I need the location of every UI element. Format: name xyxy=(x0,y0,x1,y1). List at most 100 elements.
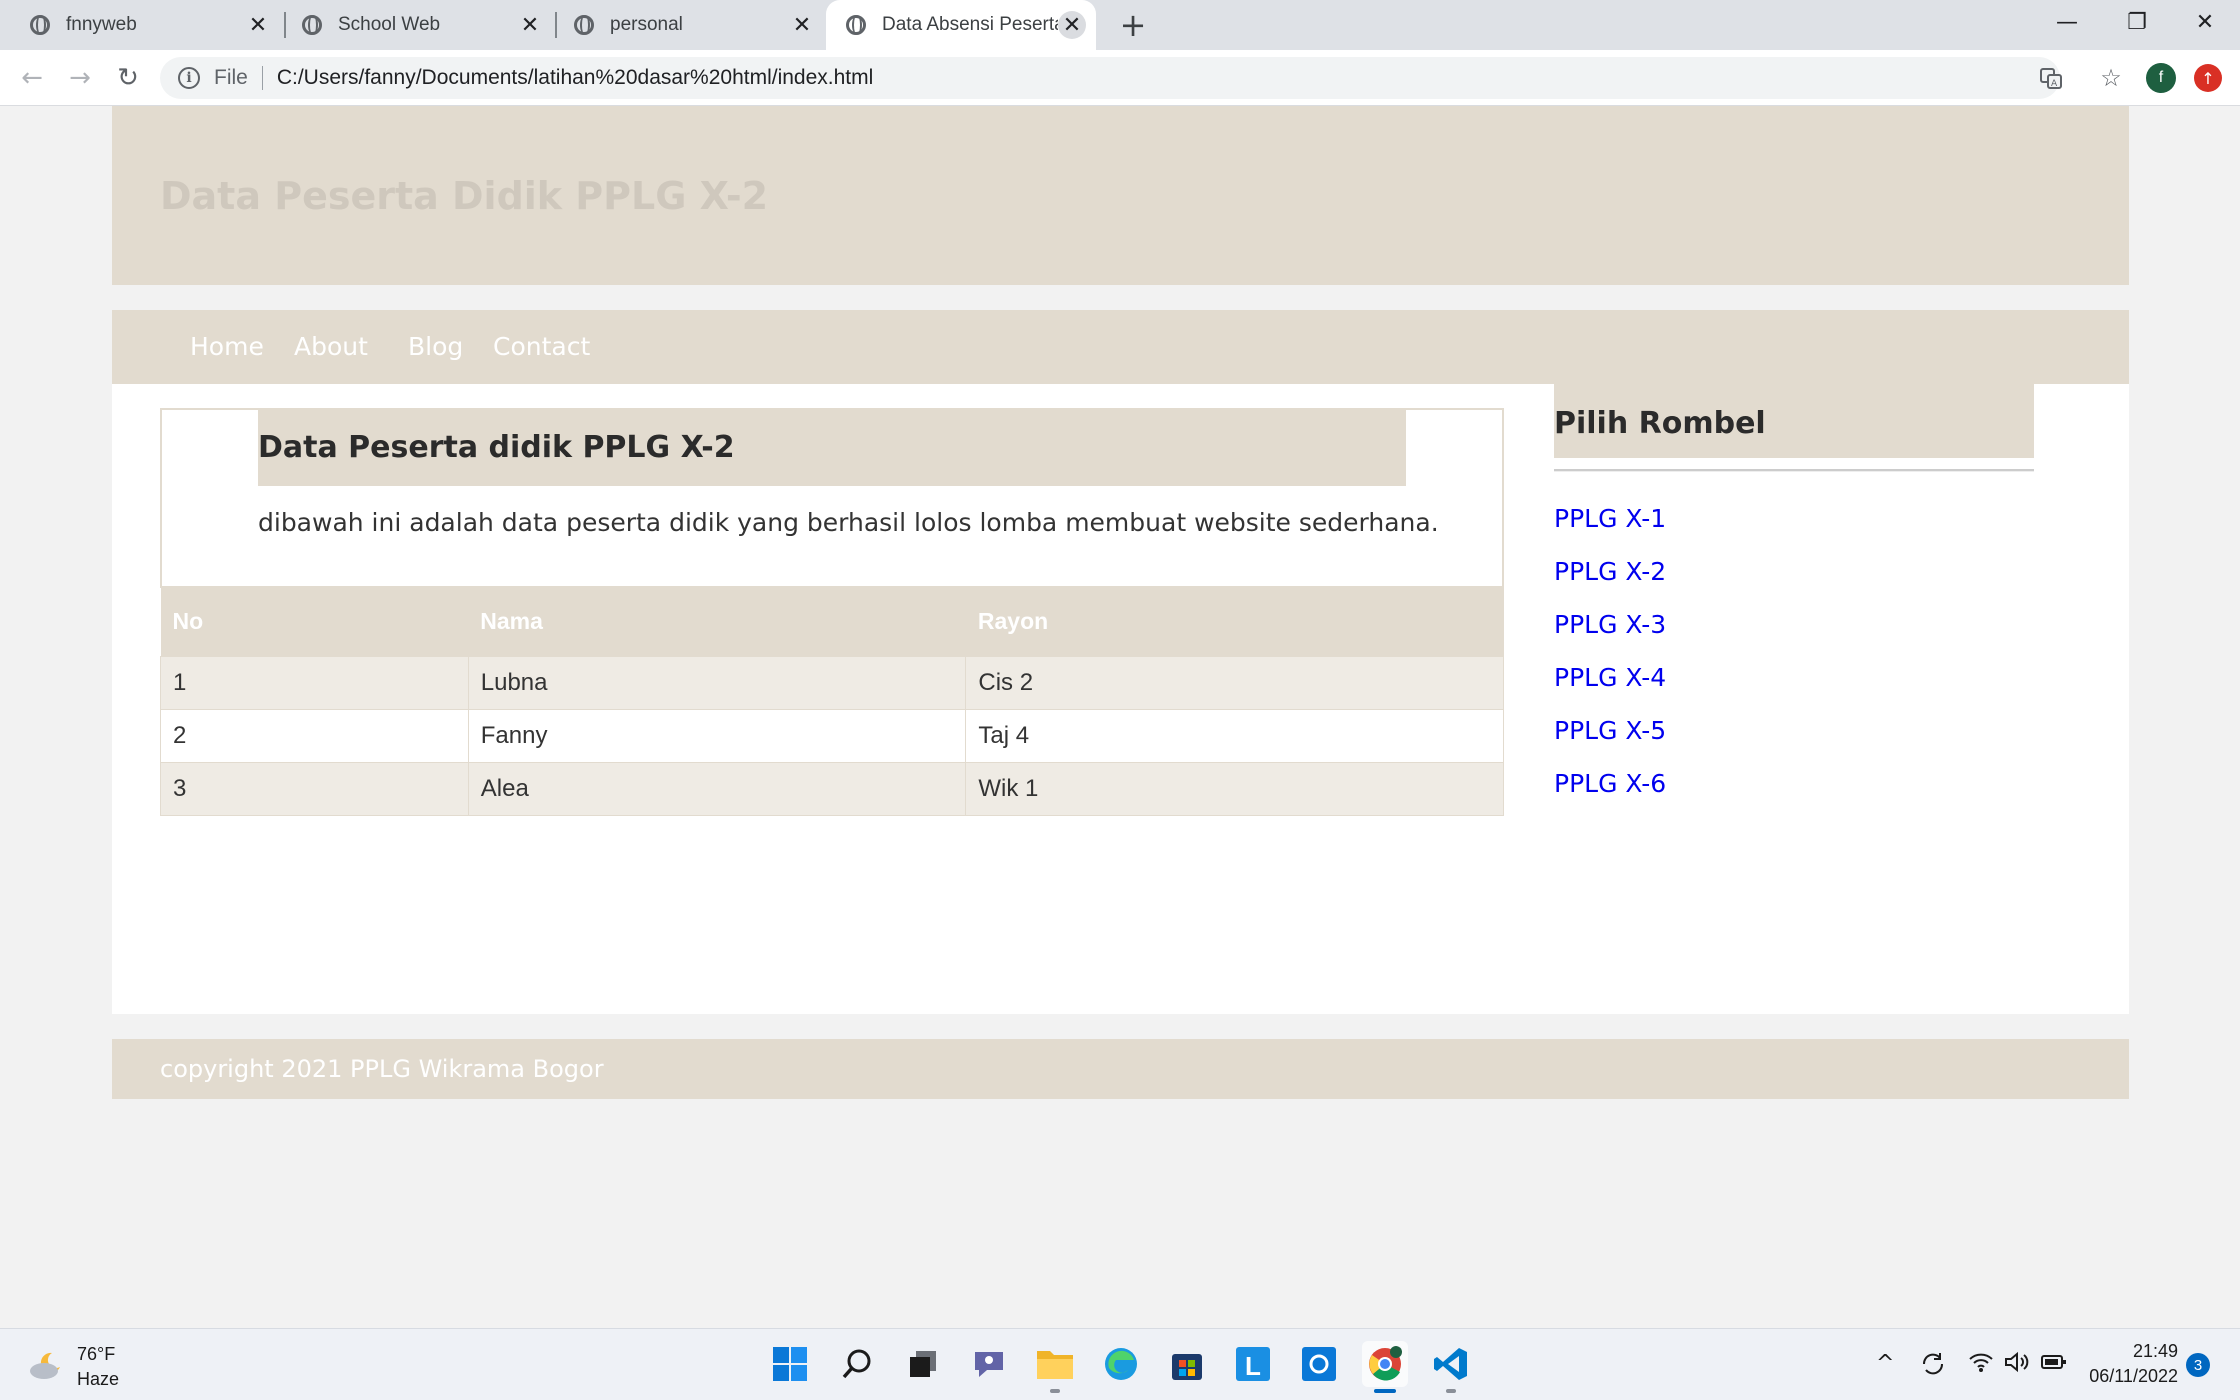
browser-toolbar: ← → ↻ i File C:/Users/fanny/Documents/la… xyxy=(0,50,2240,106)
close-icon[interactable]: ✕ xyxy=(516,11,544,39)
start-button[interactable] xyxy=(767,1341,813,1387)
globe-icon xyxy=(30,15,50,35)
active-indicator xyxy=(1374,1389,1396,1393)
column-header-nama: Nama xyxy=(468,588,966,656)
rombel-link-x1[interactable]: PPLG X-1 xyxy=(1554,504,1666,533)
new-tab-button[interactable]: + xyxy=(1114,6,1152,44)
chrome-button[interactable] xyxy=(1362,1341,1408,1393)
window-close-button[interactable]: ✕ xyxy=(2172,0,2238,44)
cortana-app-button[interactable] xyxy=(1296,1341,1342,1387)
back-button[interactable]: ← xyxy=(14,60,50,96)
url-text[interactable]: C:/Users/fanny/Documents/latihan%20dasar… xyxy=(277,66,873,90)
sync-icon[interactable] xyxy=(1920,1351,1946,1383)
vscode-icon xyxy=(1434,1348,1467,1380)
profile-avatar[interactable]: f xyxy=(2146,63,2176,93)
close-icon[interactable]: ✕ xyxy=(1058,11,1086,39)
article-box: Data Peserta didik PPLG X-2 dibawah ini … xyxy=(160,408,1504,588)
globe-icon xyxy=(574,15,594,35)
tab-data-absensi[interactable]: Data Absensi Peserta ✕ xyxy=(826,0,1096,50)
article-description: dibawah ini adalah data peserta didik ya… xyxy=(258,508,1439,537)
omnibox-divider xyxy=(261,66,263,90)
rombel-link-x2[interactable]: PPLG X-2 xyxy=(1554,557,1666,586)
bookmark-star-icon[interactable]: ☆ xyxy=(2098,65,2124,92)
tray-chevron-icon[interactable]: ^ xyxy=(1876,1351,1894,1376)
footer-copyright: copyright 2021 PPLG Wikrama Bogor xyxy=(160,1055,604,1083)
forward-button[interactable]: → xyxy=(62,60,98,96)
nav-about-link[interactable]: About xyxy=(294,332,368,361)
cell-no: 1 xyxy=(160,655,469,710)
windows-logo-icon xyxy=(773,1347,807,1381)
table-row: 1 Lubna Cis 2 xyxy=(160,655,1504,710)
update-icon[interactable]: ↑ xyxy=(2194,64,2222,92)
tab-title: Data Absensi Peserta xyxy=(882,14,1058,35)
rombel-link-x5[interactable]: PPLG X-5 xyxy=(1554,716,1666,745)
article-title: Data Peserta didik PPLG X-2 xyxy=(258,430,735,465)
weather-temperature[interactable]: 76°F xyxy=(77,1344,115,1365)
globe-icon xyxy=(846,15,866,35)
tab-title: fnnyweb xyxy=(66,14,137,35)
notification-badge[interactable]: 3 xyxy=(2186,1353,2210,1377)
running-indicator xyxy=(1050,1389,1060,1393)
nav-home-link[interactable]: Home xyxy=(190,332,264,361)
nav-blog-link[interactable]: Blog xyxy=(408,332,463,361)
battery-icon[interactable] xyxy=(2040,1351,2068,1379)
volume-icon[interactable] xyxy=(2004,1351,2030,1379)
weather-haze-icon[interactable] xyxy=(28,1347,66,1381)
edge-button[interactable] xyxy=(1098,1341,1144,1387)
cell-rayon: Taj 4 xyxy=(965,708,1504,763)
tab-title: personal xyxy=(610,14,683,35)
cell-nama: Alea xyxy=(467,761,967,816)
reload-button[interactable]: ↻ xyxy=(110,60,146,96)
tab-personal[interactable]: personal ✕ xyxy=(544,0,826,50)
tab-school-web[interactable]: School Web ✕ xyxy=(272,0,554,50)
sidebar-title: Pilih Rombel xyxy=(1554,406,1766,441)
vscode-button[interactable] xyxy=(1428,1341,1474,1393)
rombel-link-x6[interactable]: PPLG X-6 xyxy=(1554,769,1666,798)
search-button[interactable] xyxy=(834,1341,880,1387)
weather-condition[interactable]: Haze xyxy=(77,1369,119,1390)
clock-date: 06/11/2022 xyxy=(2089,1366,2178,1386)
running-indicator xyxy=(1446,1389,1456,1393)
nav-contact-link[interactable]: Contact xyxy=(493,332,590,361)
taskbar: 76°F Haze L ^ 21:49 06/11/2022 3 xyxy=(0,1328,2240,1400)
minimize-button[interactable]: — xyxy=(2034,0,2100,44)
clock-time: 21:49 xyxy=(2132,1341,2178,1361)
nav-menu: Home About Blog Contact xyxy=(112,310,2129,384)
cell-nama: Fanny xyxy=(467,708,967,763)
file-explorer-button[interactable] xyxy=(1032,1341,1078,1393)
sidebar-title-bar: Pilih Rombel xyxy=(1554,384,2034,458)
app-circle-icon xyxy=(1302,1347,1336,1381)
chrome-icon xyxy=(1369,1346,1402,1381)
wifi-icon[interactable] xyxy=(1968,1351,1994,1379)
cell-rayon: Cis 2 xyxy=(965,655,1504,710)
chat-icon xyxy=(975,1352,1003,1377)
address-bar[interactable]: i File C:/Users/fanny/Documents/latihan%… xyxy=(160,57,2122,99)
svg-text:L: L xyxy=(1245,1351,1261,1381)
main-content: Data Peserta didik PPLG X-2 dibawah ini … xyxy=(112,384,2129,1014)
page-viewport: Data Peserta Didik PPLG X-2 Home About B… xyxy=(0,106,2240,1328)
cell-no: 2 xyxy=(160,708,469,763)
search-icon xyxy=(842,1349,871,1379)
task-view-icon xyxy=(910,1351,936,1377)
close-icon[interactable]: ✕ xyxy=(788,11,816,39)
launcher-l-button[interactable]: L xyxy=(1230,1341,1276,1387)
students-table: No Nama Rayon 1 Lubna Cis 2 2 Fanny Taj … xyxy=(160,588,1504,816)
store-button[interactable] xyxy=(1164,1341,1210,1387)
column-header-no: No xyxy=(160,588,469,656)
translate-icon[interactable]: A xyxy=(2038,65,2064,91)
rombel-link-x4[interactable]: PPLG X-4 xyxy=(1554,663,1666,692)
taskbar-clock[interactable]: 21:49 06/11/2022 xyxy=(2082,1341,2178,1387)
article-title-bar: Data Peserta didik PPLG X-2 xyxy=(258,410,1406,486)
task-view-button[interactable] xyxy=(900,1341,946,1387)
cell-nama: Lubna xyxy=(467,655,967,710)
maximize-button[interactable]: ❐ xyxy=(2104,0,2170,44)
folder-icon xyxy=(1037,1351,1073,1379)
rombel-link-x3[interactable]: PPLG X-3 xyxy=(1554,610,1666,639)
teams-chat-button[interactable] xyxy=(966,1341,1012,1387)
site-info-icon[interactable]: i xyxy=(178,67,200,89)
url-scheme: File xyxy=(214,66,248,89)
close-icon[interactable]: ✕ xyxy=(244,11,272,39)
tab-fnnyweb[interactable]: fnnyweb ✕ xyxy=(0,0,282,50)
browser-tab-strip: fnnyweb ✕ School Web ✕ personal ✕ Data A… xyxy=(0,0,2240,50)
sidebar-divider xyxy=(1554,469,2034,472)
